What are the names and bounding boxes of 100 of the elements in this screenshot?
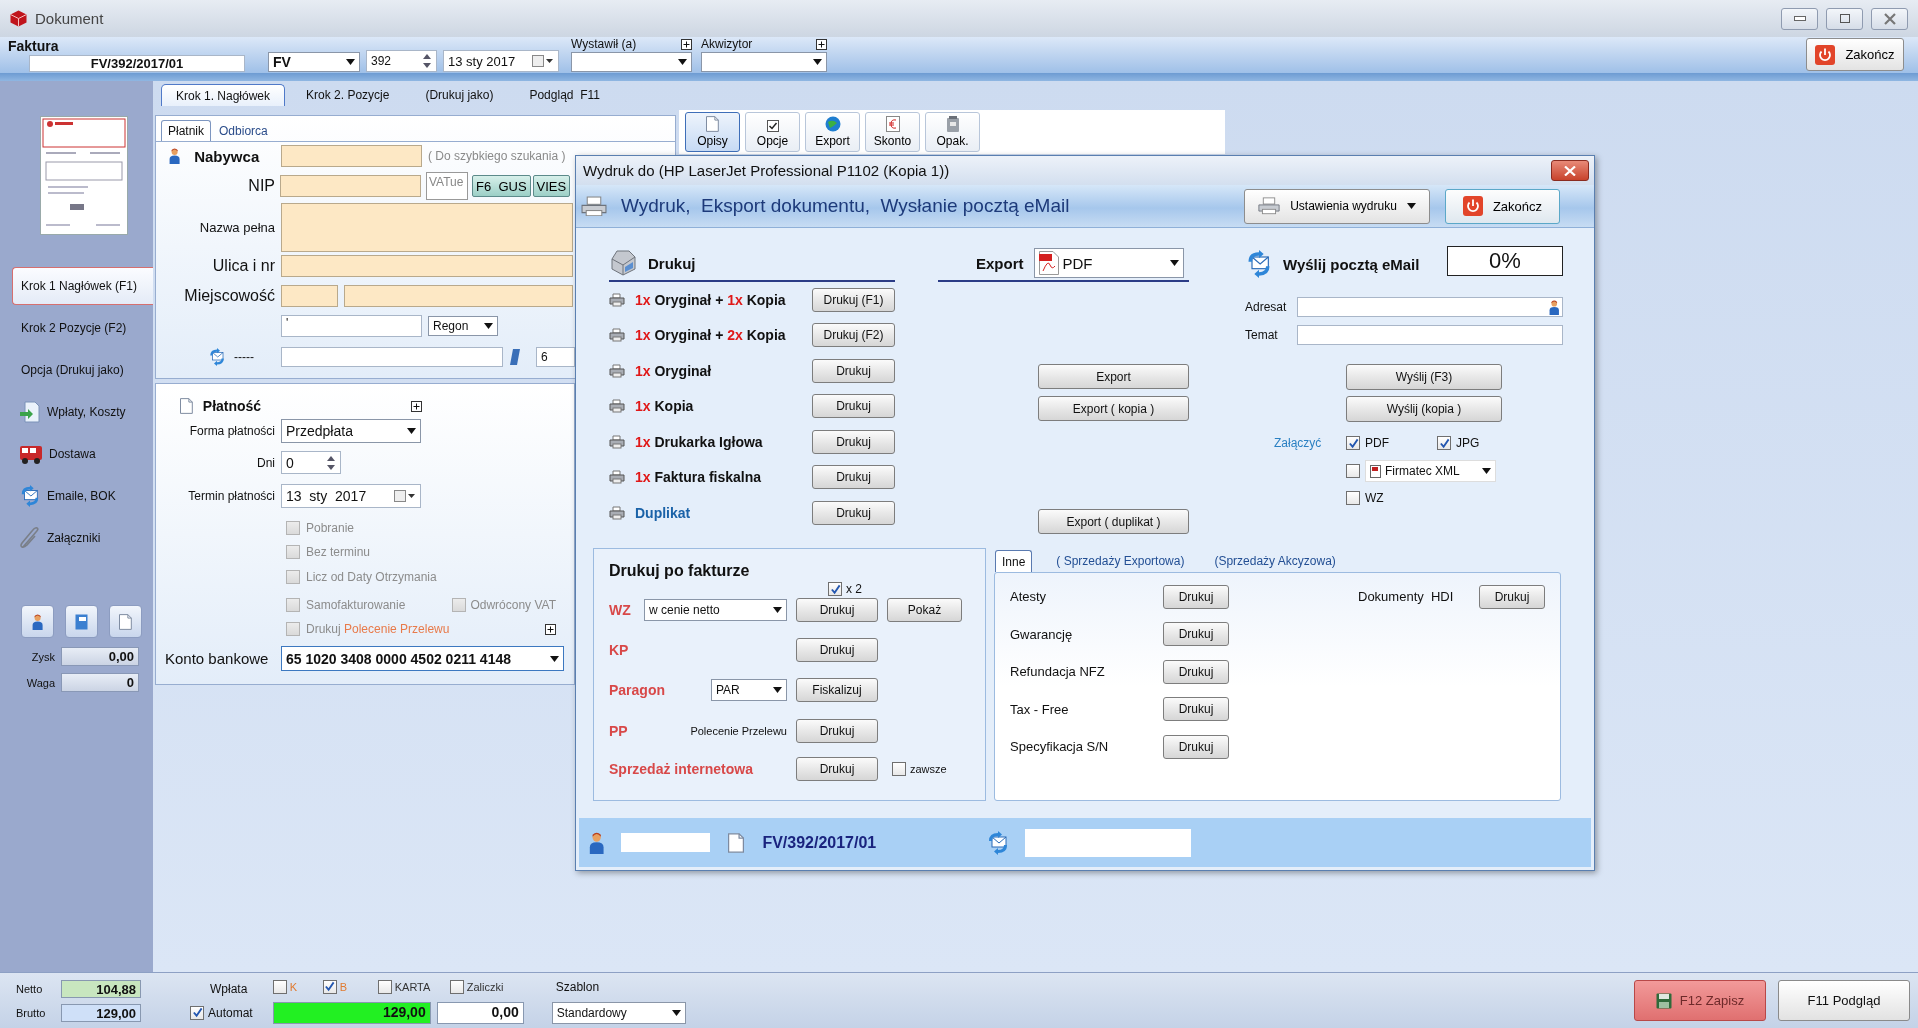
archive-button[interactable] [65, 605, 98, 638]
print-button[interactable]: Drukuj [812, 394, 895, 419]
export-button[interactable]: Export [1038, 364, 1189, 389]
print-button[interactable]: Drukuj [1479, 584, 1545, 609]
sidebar-item[interactable]: Krok 2 Pozycje (F2) [12, 309, 153, 347]
toolbar-button[interactable]: Opak. [925, 112, 980, 152]
step-tab[interactable]: Podgląd F11 [514, 84, 615, 106]
sidebar-item[interactable]: Załączniki [12, 519, 153, 557]
preview-button[interactable]: F11 Podgląd [1778, 980, 1910, 1021]
after-invoice-button[interactable]: Pokaż [887, 598, 962, 622]
email-field[interactable] [281, 347, 503, 367]
number-spinner[interactable]: 392 [366, 50, 437, 72]
send-button[interactable]: Wyślij (F3) [1346, 364, 1502, 390]
postcode-field[interactable] [281, 285, 338, 307]
bank-account-dropdown[interactable]: 65 1020 3408 0000 4502 0211 4148 [281, 646, 564, 671]
document-number-field[interactable]: FV/392/2017/01 [29, 55, 245, 72]
print-button[interactable]: Drukuj [812, 465, 895, 490]
document-tab[interactable]: Inne [995, 550, 1033, 572]
sidebar-item[interactable]: Emaile, BOK [12, 477, 153, 515]
close-button[interactable]: Zakończ [1445, 188, 1560, 224]
print-button[interactable]: Drukuj [1163, 734, 1229, 759]
maximize-button[interactable] [1826, 7, 1863, 30]
plus-icon[interactable] [545, 623, 556, 635]
checkbox[interactable] [1346, 436, 1360, 450]
checkbox[interactable] [377, 979, 392, 994]
export-format-dropdown[interactable]: PDF [1033, 248, 1184, 278]
toolbar-button[interactable]: Opcje [745, 112, 800, 152]
print-button[interactable]: Drukuj [1163, 622, 1229, 647]
print-button[interactable]: Drukuj [812, 429, 895, 454]
minimize-button[interactable] [1781, 7, 1818, 30]
print-button[interactable]: Drukuj [1163, 584, 1229, 609]
document-tab[interactable]: ( Sprzedaży Exportowa) [1050, 550, 1191, 572]
id-type-dropdown[interactable]: Regon [428, 316, 498, 336]
gus-button[interactable]: F6 GUS [472, 175, 531, 197]
buyer-field[interactable] [281, 145, 422, 167]
nip-field[interactable] [280, 175, 421, 197]
spinner-arrows-icon[interactable] [422, 52, 432, 70]
subject-field[interactable] [1297, 325, 1563, 345]
template-dropdown[interactable]: Standardowy [551, 1001, 686, 1024]
addressee-field[interactable] [1297, 297, 1563, 317]
export-button[interactable]: Export ( duplikat ) [1038, 509, 1189, 534]
sidebar-item[interactable]: Dostawa [12, 435, 153, 473]
print-button[interactable]: Drukuj [1163, 697, 1229, 722]
series-dropdown[interactable]: FV [268, 52, 360, 72]
party-tab[interactable]: Odbiorca [213, 120, 274, 141]
print-button[interactable]: Drukuj (F2) [812, 323, 895, 348]
checkbox[interactable] [1437, 436, 1451, 450]
close-button[interactable] [1871, 7, 1908, 30]
send-button[interactable]: Wyślij (kopia ) [1346, 396, 1502, 422]
export-button[interactable]: Export ( kopia ) [1038, 396, 1189, 421]
plus-icon[interactable] [816, 38, 827, 50]
sidebar-item[interactable]: Krok 1 Nagłówek (F1) [12, 267, 153, 305]
checkbox[interactable] [828, 582, 842, 596]
after-invoice-button[interactable]: Drukuj [796, 638, 878, 662]
party-tab[interactable]: Płatnik [161, 120, 212, 141]
full-name-field[interactable] [281, 203, 573, 252]
date-picker[interactable]: 13 sty 2017 [443, 50, 559, 72]
calendar-icon[interactable] [532, 55, 554, 67]
checkbox[interactable] [449, 979, 464, 994]
sidebar-item[interactable]: Wpłaty, Koszty [12, 393, 153, 431]
checkbox[interactable] [1346, 491, 1360, 505]
step-tab[interactable]: (Drukuj jako) [410, 84, 509, 106]
after-invoice-dropdown[interactable]: PAR [711, 679, 787, 701]
close-button[interactable] [1551, 160, 1589, 181]
after-invoice-button[interactable]: Drukuj [796, 757, 878, 781]
days-spinner[interactable]: 0 [281, 451, 341, 474]
print-button[interactable]: Drukuj [812, 358, 895, 383]
document-button[interactable] [109, 605, 142, 638]
after-invoice-dropdown[interactable]: w cenie netto [644, 599, 787, 621]
toolbar-button[interactable]: Export [805, 112, 860, 152]
toolbar-button[interactable]: Skonto [865, 112, 920, 152]
due-date-picker[interactable]: 13 sty 2017 [281, 484, 421, 508]
id-number-field[interactable]: ' [281, 315, 422, 337]
checkbox[interactable] [1346, 464, 1360, 478]
print-button[interactable]: Drukuj [1163, 659, 1229, 684]
checkbox[interactable] [272, 979, 287, 994]
print-button[interactable]: Drukuj (F1) [812, 287, 895, 312]
print-settings-button[interactable]: Ustawienia wydruku [1244, 188, 1430, 224]
attachment-format-dropdown[interactable]: Firmatec XML [1365, 460, 1496, 482]
vies-button[interactable]: VIES [532, 175, 571, 197]
document-tab[interactable]: (Sprzedaży Akcyzowa) [1208, 550, 1342, 572]
checkbox[interactable] [322, 979, 337, 994]
payment-method-dropdown[interactable]: Przedpłata [281, 419, 421, 443]
phone-field[interactable]: 6 [536, 347, 575, 367]
step-tab[interactable]: Krok 1. Nagłówek [161, 84, 286, 106]
calendar-icon[interactable] [394, 490, 416, 502]
street-field[interactable] [281, 255, 573, 277]
print-button[interactable]: Drukuj [812, 500, 895, 525]
checkbox[interactable] [892, 762, 906, 776]
city-field[interactable] [344, 285, 573, 307]
close-button[interactable]: Zakończ [1806, 38, 1904, 71]
plus-icon[interactable] [411, 400, 422, 412]
plus-icon[interactable] [681, 38, 692, 50]
step-tab[interactable]: Krok 2. Pozycje [291, 84, 405, 106]
checkbox[interactable] [190, 1005, 204, 1020]
vat-ue-field[interactable]: VATue [426, 172, 468, 200]
after-invoice-button[interactable]: Drukuj [796, 598, 878, 622]
sidebar-item[interactable]: Opcja (Drukuj jako) [12, 351, 153, 389]
toolbar-button[interactable]: Opisy [685, 112, 740, 152]
after-invoice-button[interactable]: Drukuj [796, 719, 878, 743]
